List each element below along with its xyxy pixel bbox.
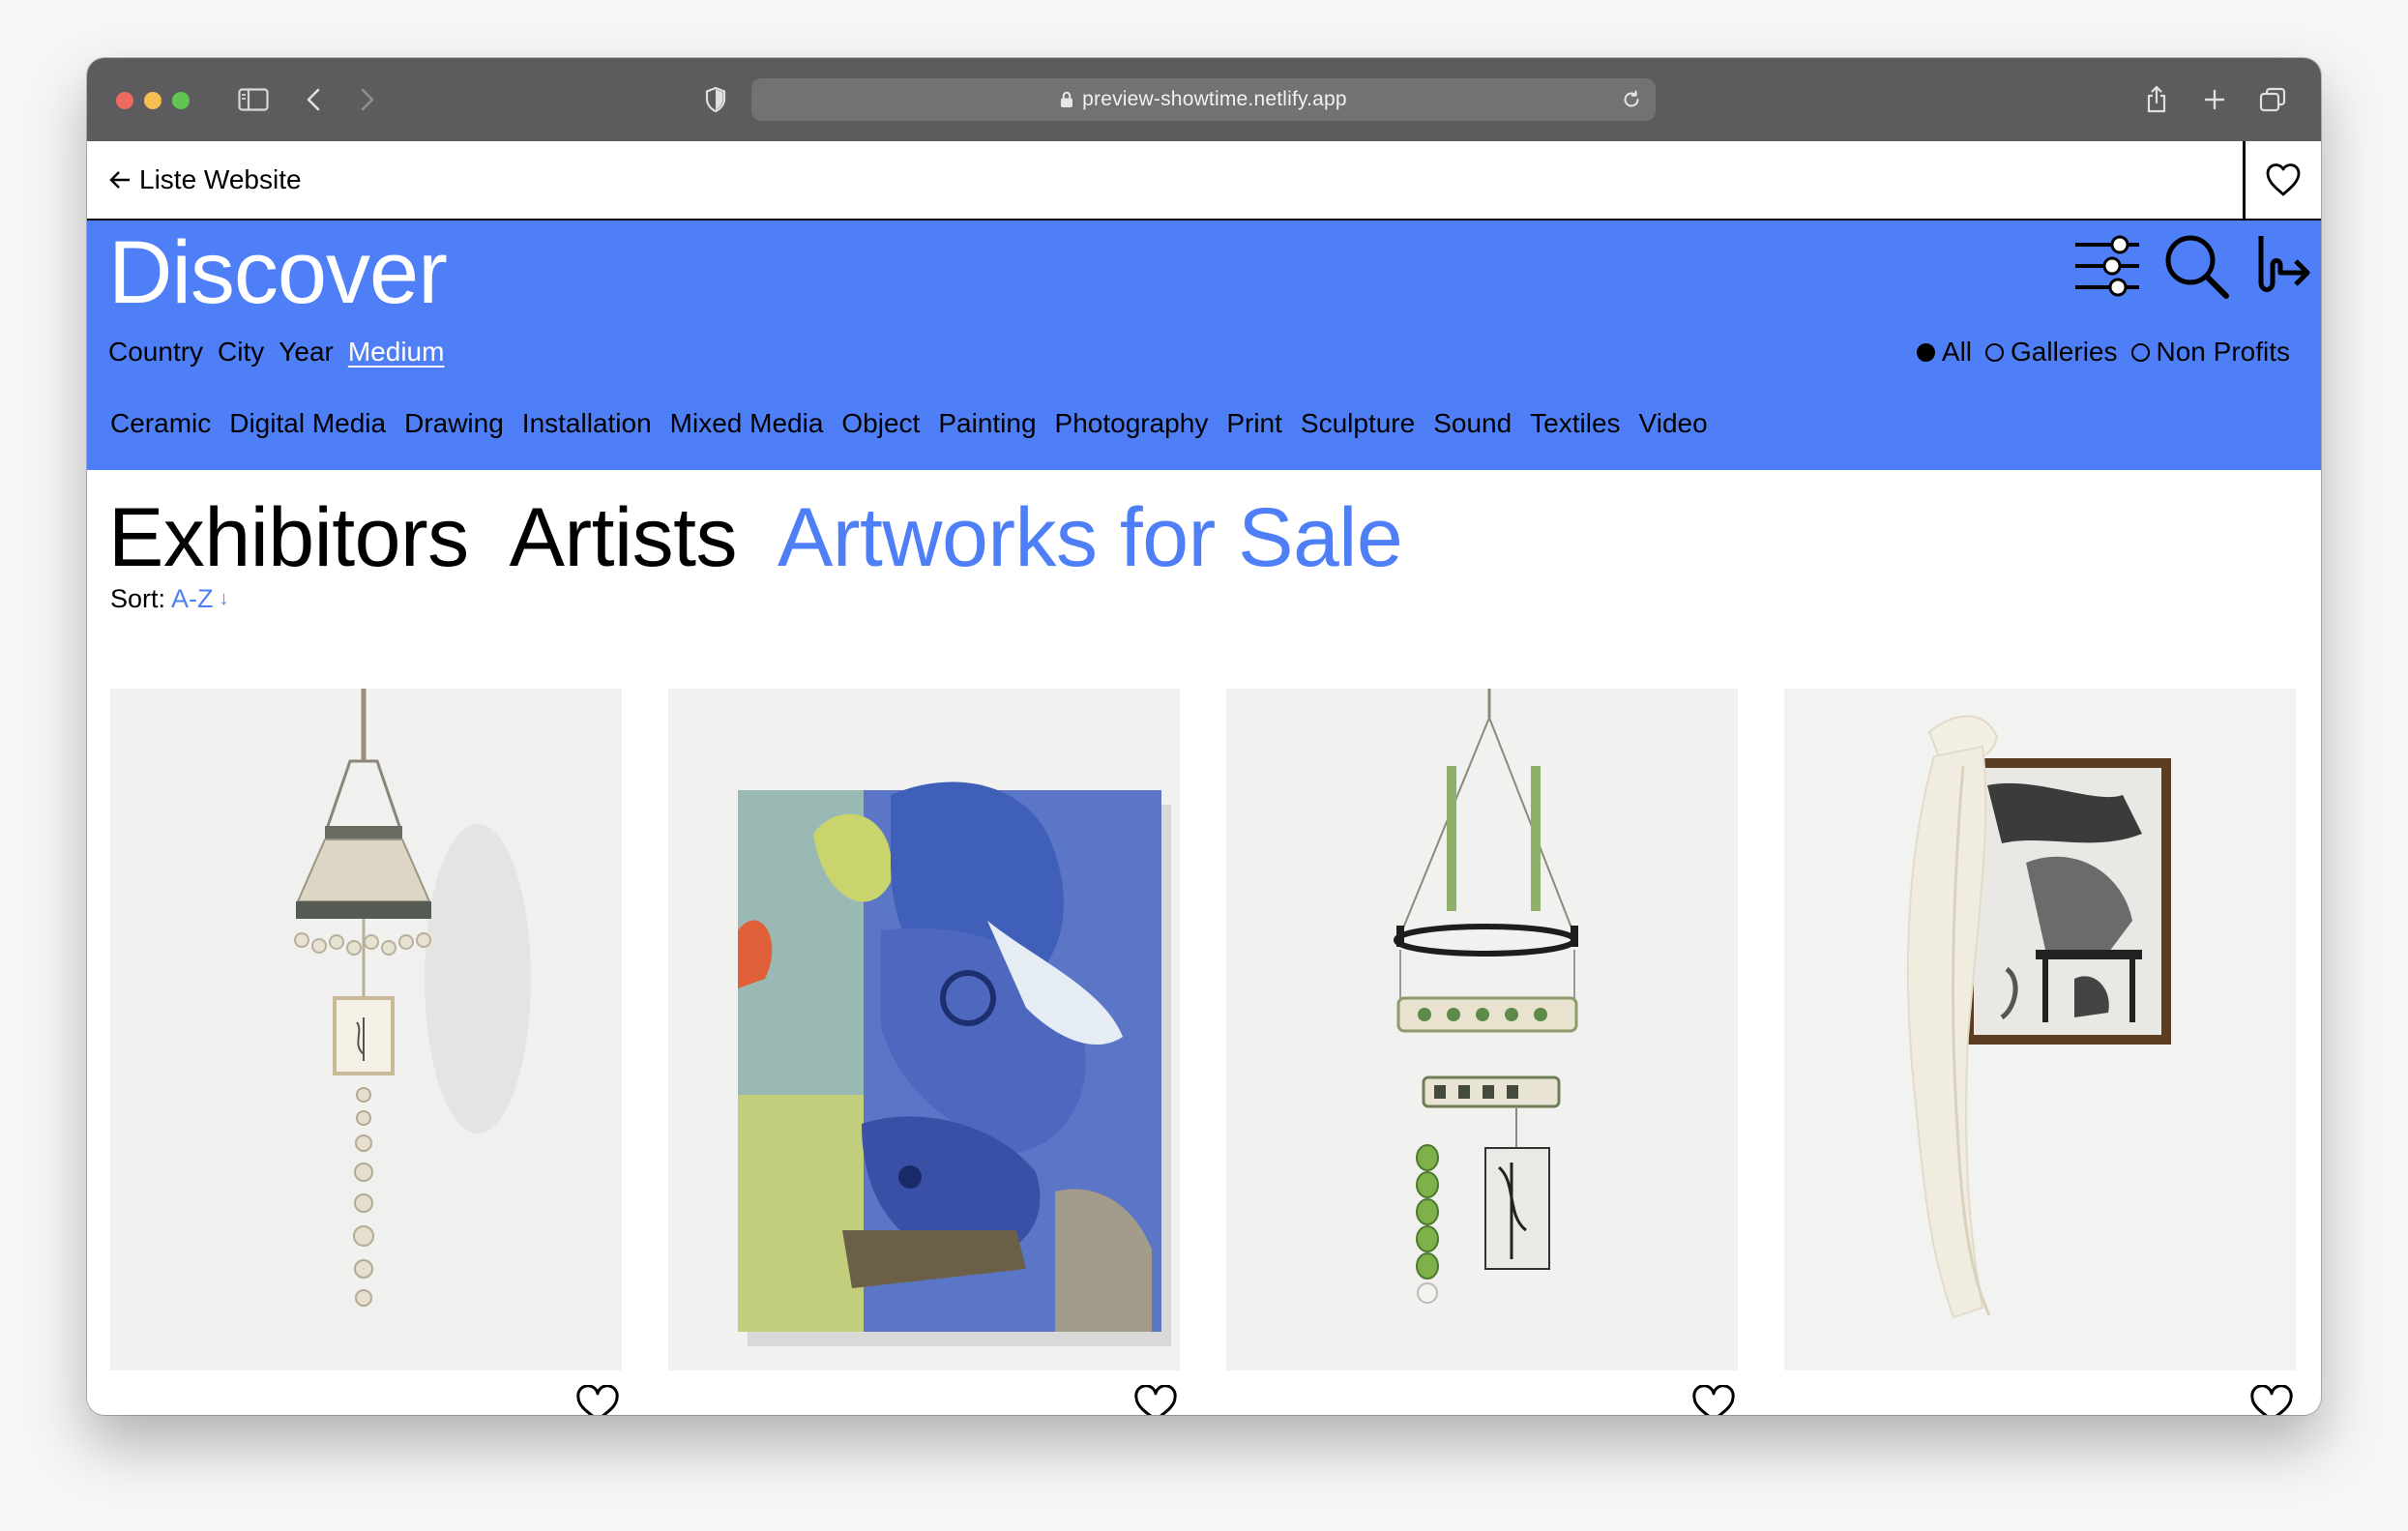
medium-video[interactable]: Video [1639, 408, 1708, 439]
artwork-image[interactable] [1784, 689, 2296, 1370]
discover-panel: Discover Country City Year Medium All Ga… [87, 221, 2321, 470]
artwork-card[interactable] [110, 689, 622, 1415]
sort-direction-icon[interactable]: ↓ [220, 588, 229, 610]
sort-value[interactable]: A-Z [171, 584, 214, 614]
medium-painting[interactable]: Painting [938, 408, 1036, 439]
heart-icon [2250, 1384, 2293, 1415]
artwork-image[interactable] [668, 689, 1180, 1370]
back-to-website-link[interactable]: Liste Website [108, 141, 302, 219]
filter-categories: Country City Year Medium [108, 337, 458, 368]
new-tab-icon[interactable] [2201, 77, 2228, 122]
favorites-button[interactable] [2243, 141, 2321, 219]
minimize-window-button[interactable] [144, 92, 162, 109]
medium-ceramic[interactable]: Ceramic [110, 408, 211, 439]
radio-unselected-icon [2130, 342, 2150, 362]
tab-artworks-for-sale[interactable]: Artworks for Sale [778, 489, 1403, 586]
radio-all-label: All [1941, 337, 1973, 367]
discover-tools [2052, 232, 2313, 300]
tab-exhibitors[interactable]: Exhibitors [108, 489, 469, 586]
radio-all[interactable]: All [1916, 337, 1973, 368]
privacy-shield-icon[interactable] [702, 77, 729, 122]
radio-non-profits-label: Non Profits [2156, 337, 2291, 367]
heart-icon [1692, 1384, 1735, 1415]
reload-icon[interactable] [1621, 89, 1642, 110]
radio-selected-icon [1916, 342, 1935, 362]
radio-unselected-icon [1985, 342, 2005, 362]
url-text: preview-showtime.netlify.app [1082, 88, 1347, 110]
artwork-image[interactable] [1226, 689, 1738, 1370]
lock-icon [1061, 91, 1073, 107]
favorite-artwork-button[interactable] [1131, 1384, 1180, 1415]
back-nav-icon[interactable] [302, 77, 325, 122]
favorite-artwork-button[interactable] [2247, 1384, 2296, 1415]
medium-photography[interactable]: Photography [1055, 408, 1209, 439]
medium-options: Ceramic Digital Media Drawing Installati… [110, 408, 1726, 439]
artwork-card[interactable] [1784, 689, 2296, 1415]
medium-drawing[interactable]: Drawing [404, 408, 504, 439]
heart-icon [576, 1384, 619, 1415]
radio-non-profits[interactable]: Non Profits [2130, 337, 2291, 368]
favorite-artwork-button[interactable] [573, 1384, 622, 1415]
browser-window: preview-showtime.netlify.app Liste Websi… [87, 58, 2321, 1415]
forward-nav-icon[interactable] [356, 77, 379, 122]
medium-textiles[interactable]: Textiles [1530, 408, 1620, 439]
sort-label: Sort: [110, 584, 166, 613]
arrow-left-icon [109, 171, 130, 189]
filter-country[interactable]: Country [108, 337, 203, 368]
medium-object[interactable]: Object [841, 408, 920, 439]
close-window-button[interactable] [116, 92, 133, 109]
medium-digital-media[interactable]: Digital Media [229, 408, 386, 439]
zoom-window-button[interactable] [172, 92, 190, 109]
section-tabs: Exhibitors Artists Artworks for Sale [108, 489, 1443, 586]
search-icon[interactable] [2162, 232, 2230, 300]
artwork-card[interactable] [1226, 689, 1738, 1415]
medium-installation[interactable]: Installation [522, 408, 652, 439]
heart-icon [2266, 163, 2301, 196]
medium-sculpture[interactable]: Sculpture [1301, 408, 1415, 439]
medium-mixed-media[interactable]: Mixed Media [670, 408, 824, 439]
site-topbar: Liste Website [87, 141, 2321, 221]
medium-sound[interactable]: Sound [1433, 408, 1512, 439]
favorite-artwork-button[interactable] [1689, 1384, 1738, 1415]
radio-galleries[interactable]: Galleries [1985, 337, 2118, 368]
radio-galleries-label: Galleries [2011, 337, 2118, 367]
pin-icon[interactable] [2251, 232, 2313, 300]
heart-icon [1134, 1384, 1177, 1415]
medium-print[interactable]: Print [1226, 408, 1282, 439]
artwork-card[interactable] [668, 689, 1180, 1415]
sidebar-toggle-icon[interactable] [237, 77, 270, 122]
browser-toolbar: preview-showtime.netlify.app [87, 58, 2321, 141]
artwork-image[interactable] [110, 689, 622, 1370]
tab-overview-icon[interactable] [2257, 77, 2288, 122]
sort-control: Sort: A-Z ↓ [110, 584, 229, 614]
tab-artists[interactable]: Artists [510, 489, 738, 586]
filter-medium[interactable]: Medium [348, 337, 445, 368]
filter-sliders-icon[interactable] [2073, 235, 2141, 297]
discover-title: Discover [108, 223, 448, 322]
address-bar[interactable]: preview-showtime.netlify.app [751, 78, 1656, 121]
filter-year[interactable]: Year [279, 337, 334, 368]
back-link-label: Liste Website [139, 164, 302, 194]
exhibitor-type-filter: All Galleries Non Profits [1903, 337, 2290, 368]
share-icon[interactable] [2143, 77, 2170, 122]
filter-city[interactable]: City [218, 337, 264, 368]
